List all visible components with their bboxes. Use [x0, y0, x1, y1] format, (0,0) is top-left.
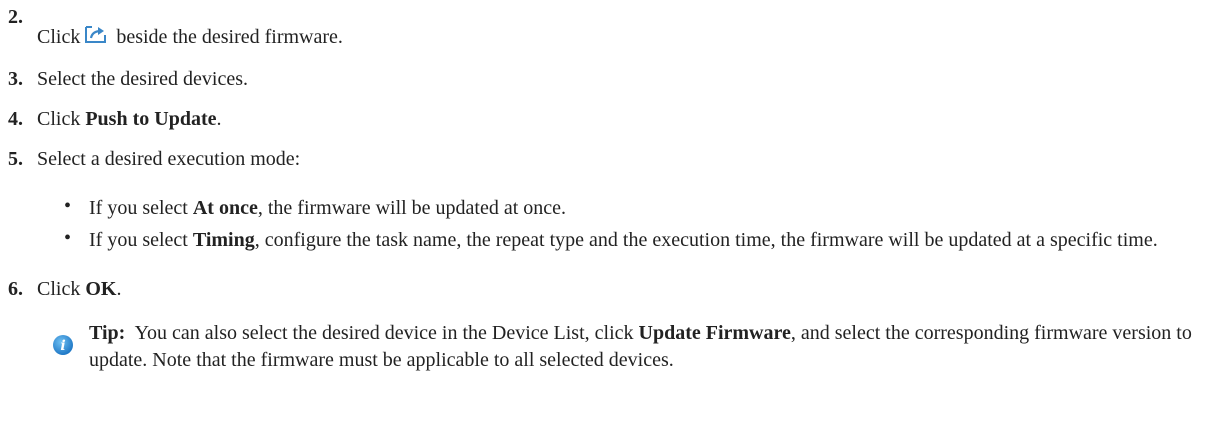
step-text: Click OK. — [37, 278, 122, 300]
svg-text:i: i — [60, 338, 65, 354]
step-number: 2. — [8, 6, 23, 28]
step-text: Click Push to Update. — [37, 108, 222, 130]
push-to-update-label: Push to Update — [85, 108, 217, 130]
bullet-at-once: If you select At once, the firmware will… — [89, 197, 567, 219]
bullet-symbol: • — [64, 227, 72, 249]
push-share-icon — [85, 26, 107, 43]
bullet-timing: If you select Timing, configure the task… — [89, 229, 1158, 251]
step-text: Select the desired devices. — [37, 68, 249, 90]
info-icon: i — [53, 335, 73, 355]
step-number: 3. — [8, 68, 23, 90]
step-text: Select a desired execution mode: — [37, 148, 301, 170]
step-number: 5. — [8, 148, 23, 170]
step-text: Click beside the desired firmware. — [37, 26, 343, 48]
tip-label: Tip: — [89, 322, 126, 344]
ok-label: OK — [85, 278, 117, 300]
step-number: 4. — [8, 108, 23, 130]
update-firmware-label: Update Firmware — [638, 322, 791, 344]
step-number: 6. — [8, 278, 23, 300]
tip-note: Tip: You can also select the desired dev… — [89, 322, 1192, 371]
bullet-symbol: • — [64, 195, 72, 217]
